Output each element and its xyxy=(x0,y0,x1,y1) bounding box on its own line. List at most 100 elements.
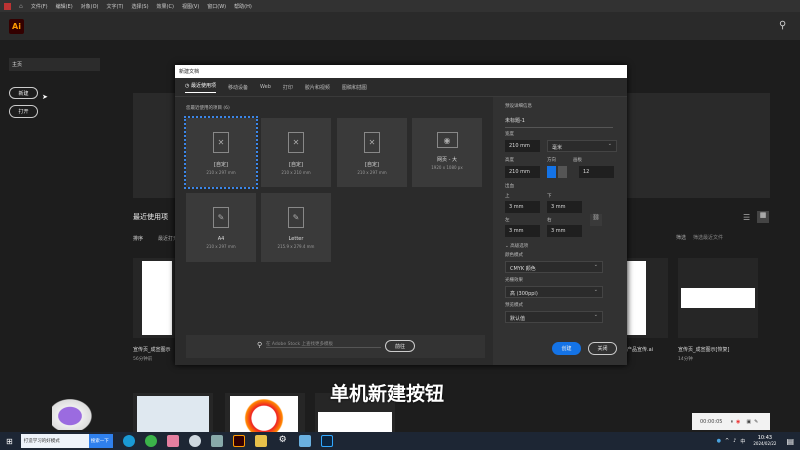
advanced-options-toggle[interactable]: ⌄ 高级选项 xyxy=(505,243,528,249)
artboards-input[interactable]: 12 xyxy=(579,166,614,178)
preset-name: [自定] xyxy=(214,162,228,168)
app-icon[interactable] xyxy=(188,435,201,447)
preset-size: 1920 x 1080 px xyxy=(431,165,463,170)
home-nav[interactable]: 主页 xyxy=(9,58,100,71)
preset-card[interactable]: ✎ Letter 215.9 x 279.4 mm xyxy=(261,193,331,262)
color-mode-select[interactable]: CMYK 颜色 xyxy=(505,261,603,273)
go-button[interactable]: 前往 xyxy=(385,340,415,352)
document-icon: ✕ xyxy=(213,132,229,153)
bleed-top-input[interactable]: 3 mm xyxy=(505,201,540,213)
preset-card[interactable]: ✕ [自定] 210 x 297 mm xyxy=(337,118,407,187)
clock-date[interactable]: 2024/02/22 xyxy=(753,441,776,447)
preview-label: 预览模式 xyxy=(505,303,523,308)
stock-search-input[interactable]: 在 Adobe Stock 上查找更多模板 xyxy=(266,341,381,348)
tab-recent[interactable]: ◷ 最近使用项 xyxy=(185,82,216,93)
home-icon[interactable]: ⌂ xyxy=(19,3,23,10)
open-button[interactable]: 打开 xyxy=(9,105,38,118)
preset-card[interactable]: ✕ [自定] 210 x 210 mm xyxy=(261,118,331,187)
document-icon: ✎ xyxy=(288,207,304,228)
search-icon: ⚲ xyxy=(257,341,263,349)
app-icon[interactable] xyxy=(210,435,223,447)
portrait-toggle[interactable] xyxy=(547,166,556,178)
illustrator-taskbar-icon[interactable] xyxy=(232,435,245,447)
preset-size: 215.9 x 279.4 mm xyxy=(277,244,315,249)
app-icon[interactable] xyxy=(166,435,179,447)
settings-icon[interactable]: ⚙ xyxy=(277,435,289,447)
create-button[interactable]: 创建 xyxy=(552,342,581,355)
tab-print[interactable]: 打印 xyxy=(283,84,293,91)
menu-file[interactable]: 文件(F) xyxy=(31,3,48,10)
taskbar-search-button[interactable]: 搜索一下 xyxy=(88,434,113,448)
ime-indicator[interactable]: 中 xyxy=(740,438,745,445)
tray-chevron-icon[interactable]: ^ xyxy=(725,438,729,444)
search-icon[interactable]: ⚲ xyxy=(779,20,786,31)
menu-type[interactable]: 文字(T) xyxy=(107,3,124,10)
grid-view-icon[interactable]: ▦ xyxy=(757,211,769,223)
unit-select[interactable]: 毫米 xyxy=(547,140,617,152)
tab-art[interactable]: 图稿和插图 xyxy=(342,84,367,91)
menu-help[interactable]: 帮助(H) xyxy=(234,3,252,10)
preset-card[interactable]: ◉ 网页 - 大 1920 x 1080 px xyxy=(412,118,482,187)
app-icon[interactable] xyxy=(298,435,311,447)
bleed-bottom-input[interactable]: 3 mm xyxy=(547,201,582,213)
document-name-input[interactable]: 未标题-1 xyxy=(505,114,613,128)
network-icon[interactable]: ● xyxy=(717,438,721,444)
menu-effect[interactable]: 效果(C) xyxy=(157,3,174,10)
new-button[interactable]: 新建 xyxy=(9,87,38,99)
width-input[interactable]: 210 mm xyxy=(505,140,540,152)
preset-name: 网页 - 大 xyxy=(437,157,457,163)
recent-file-name[interactable]: 宣传页_成宣图示[恢复] xyxy=(678,346,729,353)
raster-label: 光栅效果 xyxy=(505,278,523,283)
taskbar-search[interactable]: 打造学习的好模式 xyxy=(20,434,89,448)
left-label: 左 xyxy=(505,218,510,223)
folder-icon[interactable] xyxy=(254,435,267,447)
artboards-label: 画板 xyxy=(573,158,582,163)
menu-edit[interactable]: 编辑(E) xyxy=(56,3,73,10)
menu-view[interactable]: 视图(V) xyxy=(182,3,199,10)
web-icon: ◉ xyxy=(436,132,458,148)
bleed-right-input[interactable]: 3 mm xyxy=(547,225,582,237)
orientation-label: 方向 xyxy=(547,158,556,163)
menu-window[interactable]: 窗口(W) xyxy=(207,3,226,10)
recent-file-name[interactable]: 产品宣传.ai xyxy=(627,346,653,353)
photoshop-icon[interactable] xyxy=(320,435,333,447)
raster-select[interactable]: 高 (300ppi) xyxy=(505,286,603,298)
dialog-title: 新建文档 xyxy=(175,65,627,78)
tab-web[interactable]: Web xyxy=(260,84,271,90)
tab-film[interactable]: 胶片和视频 xyxy=(305,84,330,91)
preset-card[interactable]: ✎ A4 210 x 297 mm xyxy=(186,193,256,262)
menu-bar: ⌂ 文件(F) 编辑(E) 对象(O) 文字(T) 选择(S) 效果(C) 视图… xyxy=(0,0,800,12)
mic-icon[interactable]: ♪ xyxy=(733,438,736,444)
tab-mobile[interactable]: 移动设备 xyxy=(228,84,248,91)
new-document-dialog: 新建文档 ◷ 最近使用项 移动设备 Web 打印 胶片和视频 图稿和插图 您最近… xyxy=(175,65,627,365)
pen-icon[interactable]: ✎ xyxy=(754,419,758,425)
start-icon[interactable]: ⊞ xyxy=(6,437,13,446)
list-view-icon[interactable]: ☰ xyxy=(743,213,750,222)
height-label: 高度 xyxy=(505,158,514,163)
notification-icon[interactable]: ▤ xyxy=(786,437,794,446)
pause-icon[interactable]: ⏸ xyxy=(730,419,733,425)
recent-file-thumb[interactable] xyxy=(225,393,305,433)
filter-input[interactable]: 筛选最近文件 xyxy=(693,234,723,241)
bleed-left-input[interactable]: 3 mm xyxy=(505,225,540,237)
menu-object[interactable]: 对象(O) xyxy=(81,3,99,10)
camera-icon[interactable]: ▣ xyxy=(746,419,751,425)
preset-size: 210 x 297 mm xyxy=(206,170,236,175)
landscape-toggle[interactable] xyxy=(558,166,567,178)
menu-select[interactable]: 选择(S) xyxy=(131,3,148,10)
wechat-icon[interactable] xyxy=(144,435,157,447)
close-button[interactable]: 关闭 xyxy=(588,342,617,355)
edge-icon[interactable] xyxy=(122,435,135,447)
preset-name: [自定] xyxy=(289,162,303,168)
taskbar: ⊞ 打造学习的好模式 搜索一下 ⚙ ● ^ ♪ 中 10:43 2024/02/… xyxy=(0,432,800,450)
sort-label[interactable]: 排序 xyxy=(133,235,143,242)
recent-file-thumb[interactable] xyxy=(678,258,758,338)
link-icon[interactable]: ⛓ xyxy=(590,214,602,226)
preset-card[interactable]: ✕ [自定] 210 x 297 mm xyxy=(184,116,258,189)
recent-file-thumb[interactable] xyxy=(133,393,213,433)
stop-record-icon[interactable]: ◉ xyxy=(736,419,740,425)
recent-file-name[interactable]: 宣传页_成宣图示 xyxy=(133,346,171,353)
mouse-cursor: ➤ xyxy=(42,93,48,101)
height-input[interactable]: 210 mm xyxy=(505,166,540,178)
preview-select[interactable]: 默认值 xyxy=(505,311,603,323)
